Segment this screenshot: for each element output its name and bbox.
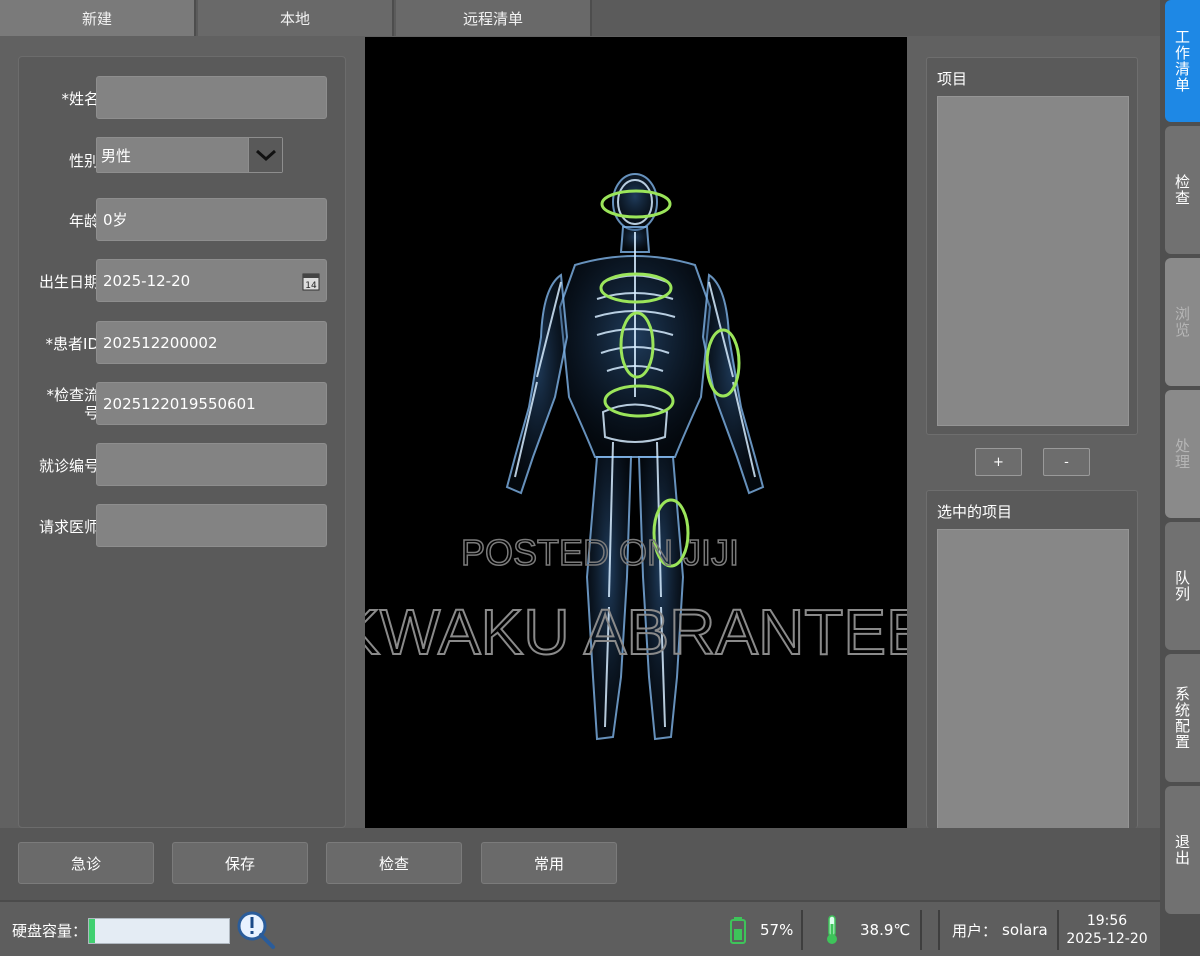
- status-divider: [1057, 910, 1059, 950]
- exam-button[interactable]: 检查: [326, 842, 462, 884]
- tab-remote-list[interactable]: 远程清单: [396, 0, 592, 36]
- side-tab-exam[interactable]: 检查: [1165, 126, 1200, 254]
- side-tab-process[interactable]: 处理: [1165, 390, 1200, 518]
- clock-time: 19:56: [1086, 913, 1128, 929]
- side-tab-worklist[interactable]: 工作清单: [1165, 0, 1200, 122]
- user-name: solara: [1002, 921, 1048, 939]
- skeleton-figure: POSTED ON JIJI KWAKU ABRANTEE: [365, 173, 907, 741]
- patient-id-row: *患者ID： 202512200002: [19, 321, 347, 365]
- disk-info-search-icon[interactable]: [236, 910, 276, 950]
- patient-id-input[interactable]: 202512200002: [96, 321, 327, 364]
- exam-serial-row: *检查流水号： 2025122019550601: [19, 382, 347, 426]
- gender-row: 性别： 男性: [19, 137, 347, 181]
- clock-date: 2025-12-20: [1066, 931, 1148, 947]
- side-tab-exit-label: 退出: [1173, 834, 1191, 866]
- status-divider: [920, 910, 922, 950]
- tab-local-label: 本地: [279, 9, 310, 28]
- save-button[interactable]: 保存: [172, 842, 308, 884]
- status-bar: 硬盘容量： 57% 38.9℃ 用户： solara 19:56 2025-12…: [0, 900, 1160, 956]
- selected-items-panel: 选中的项目: [926, 490, 1138, 829]
- gender-value: 男性: [101, 146, 132, 165]
- calendar-day: 14: [305, 281, 317, 291]
- items-panel-title: 项目: [937, 70, 968, 88]
- tab-new[interactable]: 新建: [0, 0, 196, 36]
- clock: 19:56 2025-12-20: [1064, 912, 1150, 948]
- remove-item-button[interactable]: -: [1043, 448, 1090, 476]
- side-nav: 工作清单 检查 浏览 处理 队列 系统配置 退出: [1160, 0, 1200, 956]
- patient-form-panel: *姓名： 性别： 男性 年龄： 0岁 出生日期： 2025-12-20 14 *…: [18, 56, 346, 828]
- side-tab-browse-label: 浏览: [1173, 306, 1191, 338]
- emergency-button[interactable]: 急诊: [18, 842, 154, 884]
- battery-percent: 57%: [760, 921, 794, 939]
- tab-new-label: 新建: [81, 9, 112, 28]
- side-tab-process-label: 处理: [1173, 438, 1191, 470]
- watermark-line-2: KWAKU ABRANTEE: [365, 596, 907, 668]
- visit-no-input[interactable]: [96, 443, 327, 486]
- disk-capacity-fill: [89, 919, 95, 943]
- body-region-selector[interactable]: POSTED ON JIJI KWAKU ABRANTEE: [365, 37, 907, 828]
- exam-serial-input[interactable]: 2025122019550601: [96, 382, 327, 425]
- side-tab-queue-label: 队列: [1173, 570, 1191, 602]
- side-tab-settings[interactable]: 系统配置: [1165, 654, 1200, 782]
- chevron-down-icon[interactable]: [248, 138, 282, 172]
- gender-select[interactable]: 男性: [96, 137, 283, 173]
- age-row: 年龄： 0岁: [19, 198, 347, 242]
- side-tab-browse[interactable]: 浏览: [1165, 258, 1200, 386]
- status-divider: [801, 910, 803, 950]
- disk-capacity-bar: [88, 918, 230, 944]
- user-label: 用户：: [952, 921, 998, 940]
- name-input[interactable]: [96, 76, 327, 119]
- add-item-button[interactable]: +: [975, 448, 1022, 476]
- action-bar: 急诊 保存 检查 常用: [0, 828, 1160, 900]
- items-panel: 项目: [926, 57, 1138, 435]
- calendar-icon[interactable]: 14: [302, 271, 320, 291]
- visit-no-row: 就诊编号：: [19, 443, 347, 487]
- selected-items-title: 选中的项目: [937, 503, 1013, 521]
- age-input[interactable]: 0岁: [96, 198, 327, 241]
- battery-icon: [730, 917, 746, 944]
- doctor-row: 请求医师：: [19, 504, 347, 548]
- side-tab-exit[interactable]: 退出: [1165, 786, 1200, 914]
- thermometer-icon: [827, 915, 837, 944]
- top-tab-bar: 新建 本地 远程清单: [0, 0, 1160, 36]
- common-button[interactable]: 常用: [481, 842, 617, 884]
- watermark-line-1: POSTED ON JIJI: [461, 532, 739, 573]
- selected-items-list[interactable]: [937, 529, 1129, 829]
- temperature-value: 38.9℃: [860, 921, 911, 939]
- side-tab-exam-label: 检查: [1173, 174, 1191, 206]
- birth-date-input[interactable]: 2025-12-20 14: [96, 259, 327, 302]
- side-tab-worklist-label: 工作清单: [1173, 29, 1191, 93]
- doctor-input[interactable]: [96, 504, 327, 547]
- birth-date-row: 出生日期： 2025-12-20 14: [19, 259, 347, 303]
- tab-local[interactable]: 本地: [198, 0, 394, 36]
- birth-date-value: 2025-12-20: [103, 271, 191, 290]
- status-divider: [938, 910, 940, 950]
- side-tab-settings-label: 系统配置: [1173, 686, 1191, 750]
- tab-remote-list-label: 远程清单: [462, 9, 523, 28]
- disk-capacity-label: 硬盘容量：: [12, 921, 88, 940]
- items-list[interactable]: [937, 96, 1129, 426]
- side-tab-queue[interactable]: 队列: [1165, 522, 1200, 650]
- name-row: *姓名：: [19, 76, 347, 120]
